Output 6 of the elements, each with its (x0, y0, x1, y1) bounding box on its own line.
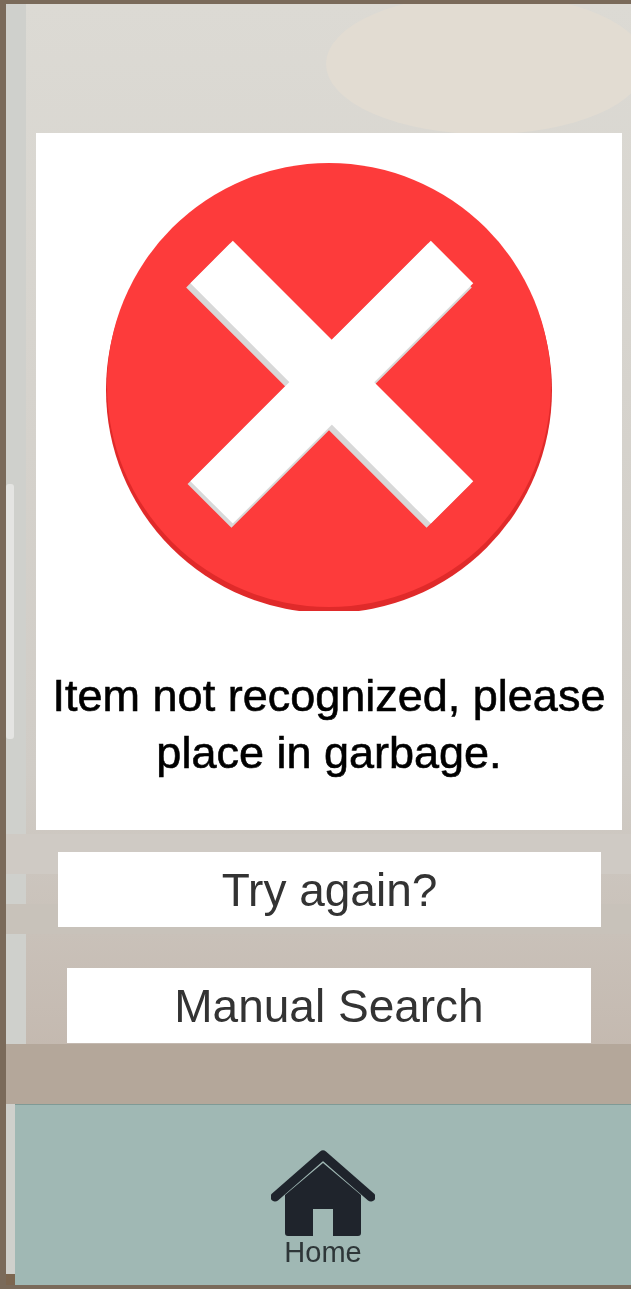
error-icon (104, 161, 554, 611)
home-icon (271, 1149, 375, 1237)
manual-search-button[interactable]: Manual Search (67, 968, 591, 1043)
home-button[interactable]: Home (271, 1105, 375, 1267)
result-message: Item not recognized, please place in garbage. (51, 669, 607, 780)
try-again-button[interactable]: Try again? (58, 852, 601, 927)
